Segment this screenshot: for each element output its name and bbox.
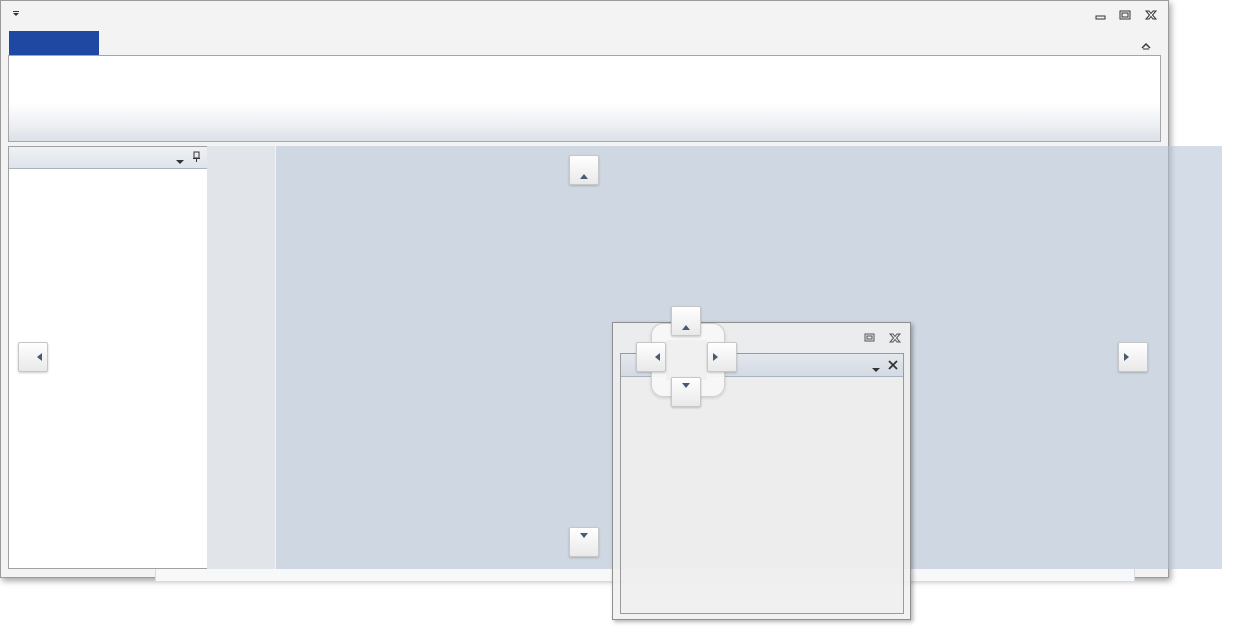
- minimize-icon[interactable]: [1095, 10, 1109, 22]
- close-icon[interactable]: [1144, 9, 1159, 21]
- dropdown-arrow-icon[interactable]: [872, 362, 880, 372]
- dock-right-icon[interactable]: [1118, 342, 1148, 372]
- dock-bottom-icon[interactable]: [569, 527, 599, 557]
- document-gutter: [207, 146, 275, 569]
- left-panel-header[interactable]: [9, 147, 207, 169]
- quick-access-menu-icon[interactable]: [12, 10, 22, 20]
- restore-icon[interactable]: [1119, 9, 1133, 21]
- dropdown-arrow-icon[interactable]: [176, 154, 184, 164]
- close-icon[interactable]: [888, 332, 902, 343]
- ribbon-panel: [8, 55, 1161, 142]
- restore-icon[interactable]: [864, 332, 876, 342]
- dock-right-icon[interactable]: [707, 342, 737, 372]
- dock-compass-center[interactable]: [666, 340, 707, 380]
- chevron-up-icon[interactable]: [1141, 39, 1153, 50]
- dock-down-icon[interactable]: [671, 377, 701, 407]
- dock-left-icon[interactable]: [636, 342, 666, 372]
- dock-left-icon[interactable]: [18, 342, 48, 372]
- dock-top-icon[interactable]: [569, 155, 599, 185]
- dock-up-icon[interactable]: [671, 306, 701, 336]
- pin-icon[interactable]: [192, 151, 201, 163]
- application-menu-button[interactable]: [9, 31, 99, 56]
- close-icon[interactable]: [887, 359, 899, 371]
